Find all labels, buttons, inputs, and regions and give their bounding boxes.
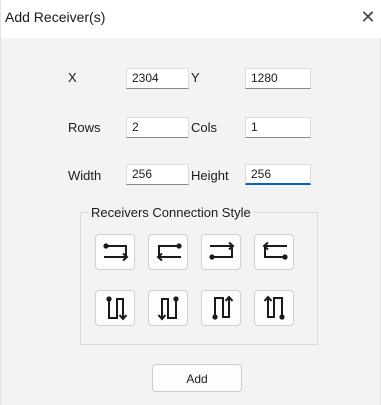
vertical-snake-top-right-start-icon: [157, 296, 179, 321]
style-button-5[interactable]: [95, 290, 135, 326]
style-button-7[interactable]: [201, 290, 241, 326]
style-button-4[interactable]: [254, 234, 294, 270]
dialog-title: Add Receiver(s): [5, 9, 106, 25]
style-button-2[interactable]: [148, 234, 188, 270]
style-button-1[interactable]: [95, 234, 135, 270]
style-button-3[interactable]: [201, 234, 241, 270]
horizontal-snake-bottom-right-start-icon: [262, 241, 288, 260]
horizontal-snake-top-right-start-icon: [156, 243, 182, 262]
vertical-snake-bottom-right-start-icon: [263, 295, 285, 320]
title-bar: Add Receiver(s) ✕: [1, 0, 381, 38]
horizontal-snake-bottom-left-start-icon: [209, 241, 235, 260]
vertical-snake-bottom-left-start-icon: [212, 295, 234, 320]
close-icon[interactable]: ✕: [358, 6, 378, 28]
width-label: Width: [68, 168, 102, 183]
height-input[interactable]: 256: [245, 164, 311, 185]
x-label: X: [68, 70, 77, 85]
cols-label: Cols: [191, 120, 218, 135]
style-button-6[interactable]: [148, 290, 188, 326]
vertical-snake-top-left-start-icon: [106, 296, 128, 321]
horizontal-snake-top-left-start-icon: [103, 243, 129, 262]
x-input[interactable]: 2304: [126, 68, 189, 89]
y-label: Y: [191, 70, 200, 85]
add-button[interactable]: Add: [152, 364, 242, 392]
style-button-8[interactable]: [254, 290, 294, 326]
rows-input[interactable]: 2: [126, 117, 189, 138]
connection-style-title: Receivers Connection Style: [88, 205, 254, 220]
rows-label: Rows: [68, 120, 101, 135]
y-input[interactable]: 1280: [245, 68, 311, 89]
width-input[interactable]: 256: [126, 164, 189, 185]
height-label: Height: [191, 168, 229, 183]
add-receivers-dialog: Add Receiver(s) ✕ X 2304 Y 1280 Rows 2 C…: [0, 0, 381, 405]
cols-input[interactable]: 1: [245, 117, 311, 138]
